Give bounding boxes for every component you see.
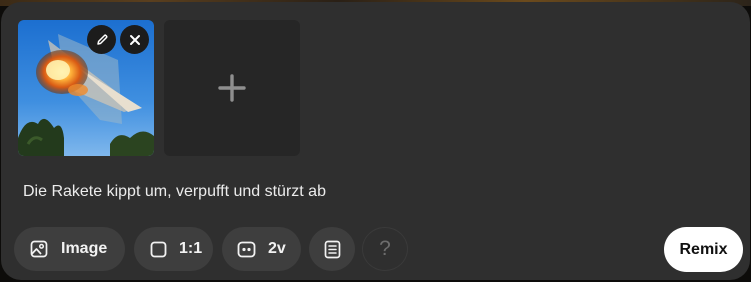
prompt-settings-button[interactable] (309, 227, 355, 271)
pencil-icon (96, 33, 108, 45)
variations-button[interactable]: 2v (222, 227, 301, 271)
image-mode-label: Image (61, 240, 108, 257)
help-label: ? (379, 237, 391, 260)
add-image-button[interactable] (164, 20, 300, 156)
square-icon (150, 241, 167, 258)
remix-composer-panel: Die Rakete kippt um, verpufft und stürzt… (1, 2, 750, 280)
help-button[interactable]: ? (362, 227, 408, 271)
close-icon (129, 34, 140, 45)
edit-image-button[interactable] (87, 25, 116, 54)
remix-button[interactable]: Remix (664, 227, 743, 272)
remove-image-button[interactable] (120, 25, 149, 54)
aspect-ratio-label: 1:1 (179, 240, 203, 257)
remix-label: Remix (679, 240, 728, 258)
variations-icon (237, 241, 256, 258)
document-icon (324, 240, 340, 258)
prompt-text[interactable]: Die Rakete kippt um, verpufft und stürzt… (23, 183, 326, 201)
aspect-ratio-button[interactable]: 1:1 (134, 227, 213, 271)
image-icon (30, 240, 48, 258)
image-mode-button[interactable]: Image (14, 227, 125, 271)
image-thumbnail[interactable] (18, 20, 154, 156)
variations-label: 2v (268, 240, 286, 257)
plus-icon (218, 74, 246, 102)
